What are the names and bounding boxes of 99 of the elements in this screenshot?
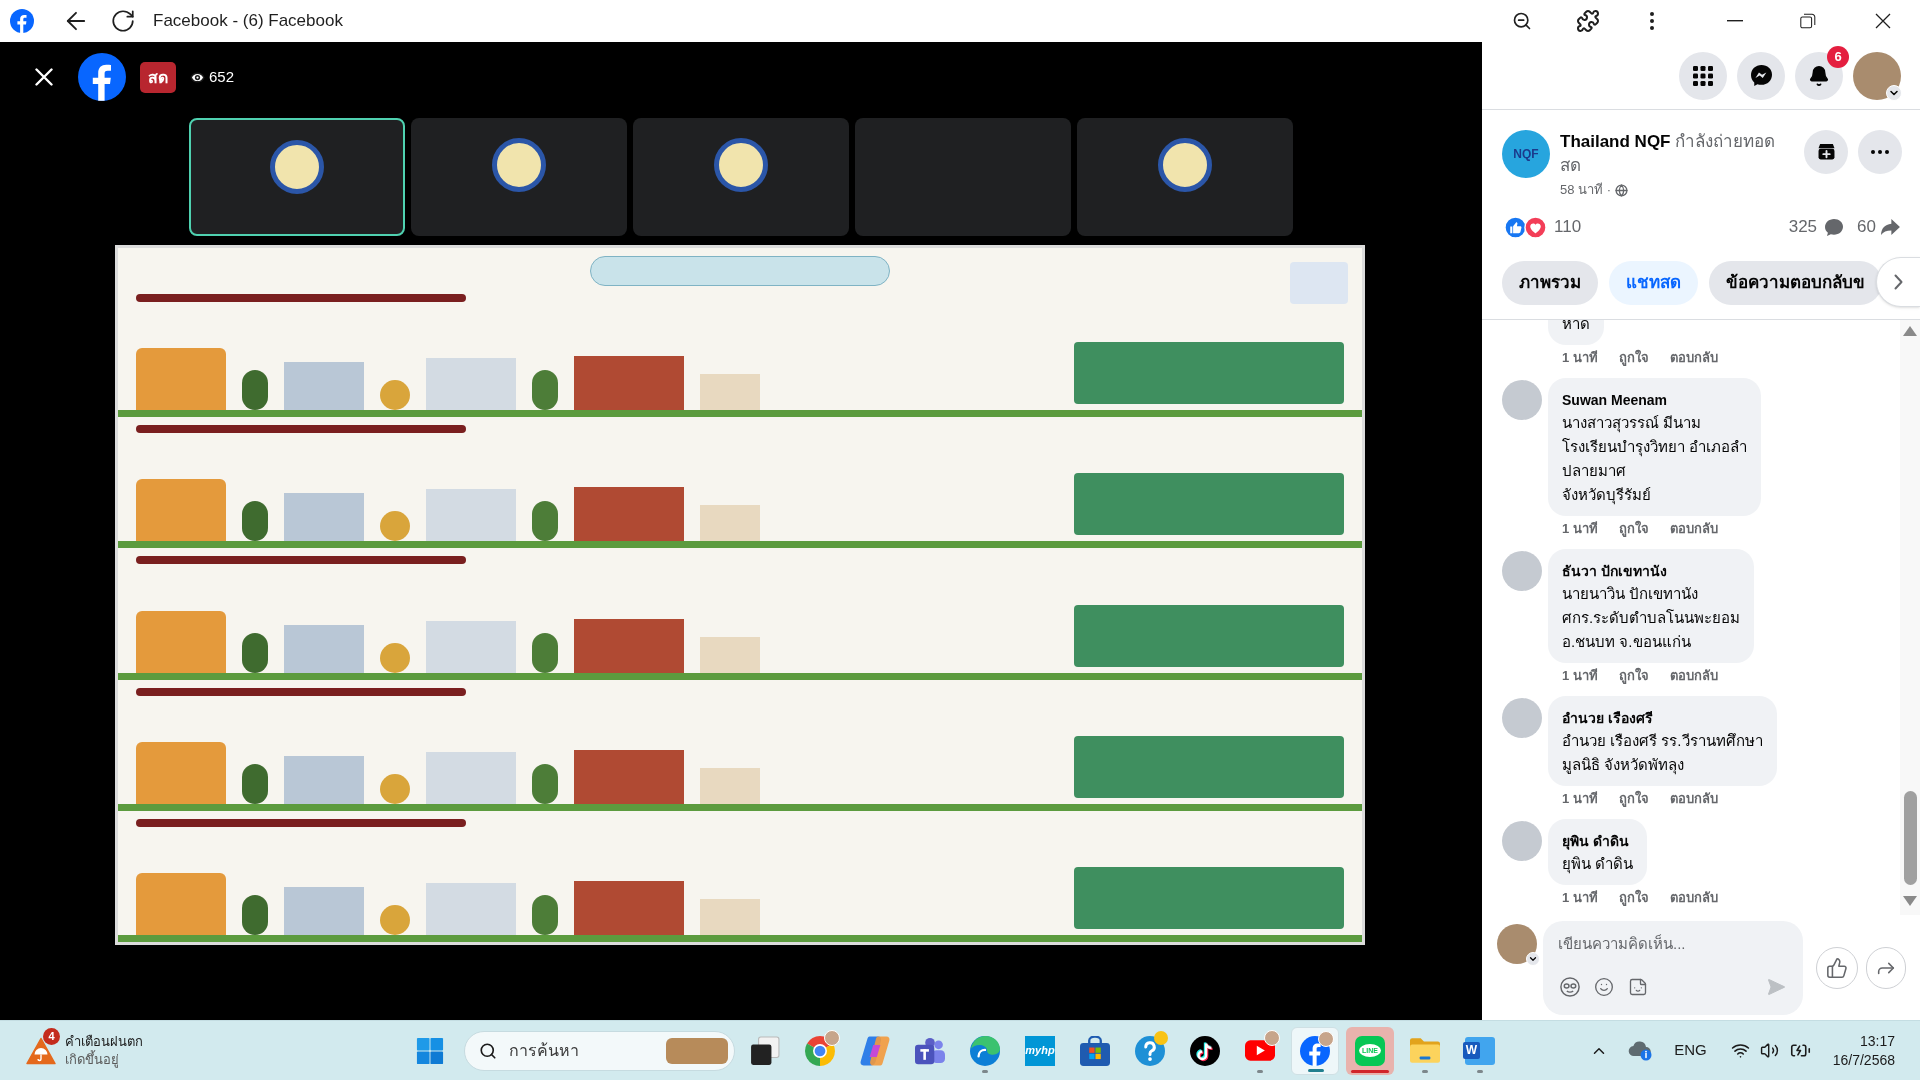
- folder-icon: [1410, 1038, 1440, 1063]
- messenger-button[interactable]: [1737, 51, 1785, 100]
- comment-text: นางสาวสุวรรณ์ มีนาม โรงเรียนบำรุงวิทยา อำเภอลำ ปลายมาศ จังหวัดบุรีรัมย์: [1562, 413, 1748, 507]
- globe-icon: [1615, 183, 1628, 197]
- reaction-count[interactable]: 110: [1554, 214, 1582, 240]
- facebook-logo-icon[interactable]: [78, 53, 126, 101]
- play-button-icon: [1245, 1040, 1275, 1061]
- window-title: Facebook - (6) Facebook: [153, 10, 343, 33]
- volume-icon[interactable]: [1759, 1041, 1779, 1060]
- comment-text: อำนวย เรืองศรี รร.วีรานทศึกษา มูลนิธิ จังหวัดพัทลุง: [1562, 731, 1763, 777]
- reply-link[interactable]: ตอบกลับ: [1669, 348, 1718, 368]
- illustration-placeholder: [666, 1037, 728, 1064]
- taskbar-app-button[interactable]: W: [1456, 1026, 1504, 1075]
- live-badge: สด: [140, 61, 176, 93]
- comment-author-link[interactable]: อำนวย เรืองศรี: [1562, 707, 1763, 729]
- app-logo: myhp: [1025, 1035, 1055, 1066]
- close-icon: [1875, 13, 1891, 29]
- grid-menu-icon: [1693, 65, 1713, 86]
- smiley-icon[interactable]: [1594, 977, 1614, 997]
- stacked-squares-icon: [750, 1035, 780, 1066]
- comment-time-link[interactable]: 1 นาที: [1562, 519, 1598, 539]
- chevron-down-icon: [1526, 952, 1540, 966]
- search-icon: [479, 1041, 497, 1060]
- scroll-up-arrow-icon[interactable]: [1903, 326, 1917, 336]
- chevron-right-icon: [1894, 274, 1903, 290]
- comment-count[interactable]: 325: [1788, 214, 1818, 240]
- like-link[interactable]: ถูกใจ: [1618, 519, 1649, 539]
- comment-author-link[interactable]: Suwan Meenam: [1562, 389, 1748, 411]
- post-time-link[interactable]: 58 นาที ·: [1560, 180, 1611, 200]
- minimize-icon: [1727, 20, 1743, 22]
- bell-icon: [1808, 64, 1830, 87]
- comment-author-link[interactable]: ธันวา ปักเขทานัง: [1562, 560, 1741, 582]
- comment-text: นายนาวิน ปักเขทานัง ศกร.ระดับตำบลโนนพะยอม อ.ชนบท จ.ขอนแก่น: [1562, 584, 1741, 652]
- menu-button[interactable]: [1679, 51, 1727, 100]
- page-name-link[interactable]: Thailand NQF: [1560, 132, 1671, 151]
- kebab-menu-icon: [1650, 12, 1654, 30]
- notifications-button[interactable]: [1795, 51, 1843, 100]
- reload-icon: [110, 8, 136, 34]
- avatar-placeholder: [1853, 51, 1901, 100]
- love-reaction-icon: [1524, 215, 1547, 239]
- comment-time-link[interactable]: 1 นาที: [1562, 348, 1598, 368]
- close-icon: [35, 68, 53, 86]
- comment-input[interactable]: เขียนความคิดเห็น...: [1558, 933, 1788, 955]
- save-button[interactable]: [1804, 130, 1848, 174]
- filter-tab[interactable]: ภาพรวม: [1502, 261, 1598, 305]
- notification-badge: 6: [1827, 45, 1849, 68]
- zoom-out-icon: [1512, 11, 1532, 31]
- comment-text: หาด: [1562, 320, 1590, 334]
- reply-link[interactable]: ตอบกลับ: [1669, 666, 1718, 686]
- restore-icon: [1800, 13, 1816, 29]
- like-link[interactable]: ถูกใจ: [1618, 348, 1649, 368]
- like-link[interactable]: ถูกใจ: [1618, 888, 1649, 908]
- swirl-icon: [860, 1035, 890, 1066]
- taskbar-app-button[interactable]: myhp: [1016, 1026, 1064, 1075]
- shopping-bag-icon: [1080, 1035, 1110, 1066]
- page-logo[interactable]: NQF: [1502, 130, 1550, 178]
- scrollbar-thumb[interactable]: [1903, 791, 1917, 885]
- face-sticker-icon[interactable]: [1560, 977, 1580, 997]
- share-icon: [1881, 219, 1900, 235]
- reply-link[interactable]: ตอบกลับ: [1669, 888, 1718, 908]
- account-button[interactable]: [1853, 51, 1901, 100]
- search-field[interactable]: การค้นหา: [464, 1030, 735, 1071]
- search-input[interactable]: การค้นหา: [509, 1038, 639, 1063]
- comment-time-link[interactable]: 1 นาที: [1562, 666, 1598, 686]
- notification-badge: 4: [43, 1027, 60, 1045]
- people-tile-icon: [915, 1035, 945, 1066]
- avatar-placeholder[interactable]: [1497, 924, 1537, 964]
- like-reaction-icon: [1504, 215, 1527, 239]
- chat-bubble-icon: [1750, 65, 1772, 86]
- wave-circle-icon: [970, 1035, 1000, 1066]
- comment-text: ยุพิน ดำดิน: [1562, 854, 1634, 876]
- thumbs-up-icon: [1826, 957, 1848, 979]
- language-indicator[interactable]: ENG: [1674, 1039, 1707, 1062]
- music-note-icon: [1190, 1035, 1220, 1066]
- comment-author-link[interactable]: ยุพิน ดำดิน: [1562, 830, 1634, 852]
- puzzle-icon: [1576, 9, 1600, 33]
- eye-icon: [190, 69, 205, 85]
- facebook-logo-icon: [10, 9, 34, 33]
- box-plus-icon: [1817, 144, 1835, 160]
- post-heading: Thailand NQF กำลังถ่ายทอดสด: [1560, 131, 1777, 177]
- scroll-down-arrow-icon[interactable]: [1903, 896, 1917, 906]
- more-button[interactable]: [1858, 130, 1902, 174]
- cloud-status-icon[interactable]: [1628, 1040, 1653, 1061]
- comment-icon: [1825, 218, 1844, 236]
- reply-link[interactable]: ตอบกลับ: [1669, 789, 1718, 809]
- four-squares-icon: [416, 1036, 444, 1065]
- comment-time-link[interactable]: 1 นาที: [1562, 888, 1598, 908]
- clock-button[interactable]: 13:17 16/7/2568: [1832, 1031, 1895, 1070]
- share-count[interactable]: 60: [1857, 214, 1876, 240]
- filter-tab[interactable]: แชทสด: [1609, 261, 1698, 305]
- like-link[interactable]: ถูกใจ: [1618, 789, 1649, 809]
- wifi-icon[interactable]: [1730, 1041, 1750, 1060]
- view-count: 652: [209, 66, 235, 87]
- sticker-icon[interactable]: [1628, 977, 1648, 997]
- app-logo: W: [1465, 1036, 1495, 1065]
- like-link[interactable]: ถูกใจ: [1618, 666, 1649, 686]
- comment-time-link[interactable]: 1 นาที: [1562, 789, 1598, 809]
- more-icon: [1871, 150, 1889, 154]
- reply-link[interactable]: ตอบกลับ: [1669, 519, 1718, 539]
